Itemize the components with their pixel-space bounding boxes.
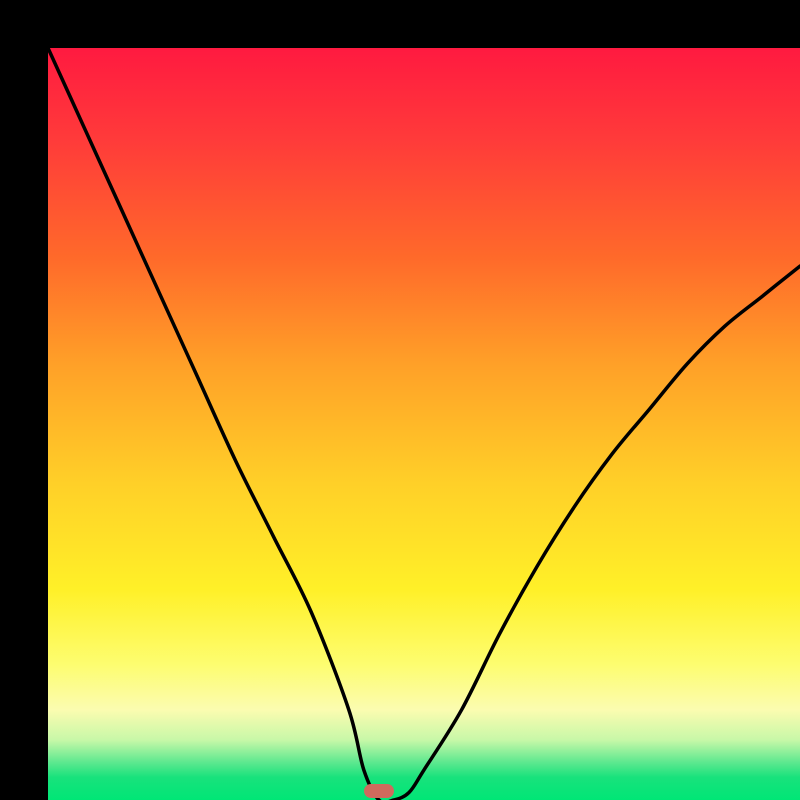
bottleneck-curve [48,48,800,800]
chart-frame [0,0,800,800]
plot-area [48,48,800,800]
optimal-marker [364,784,394,798]
